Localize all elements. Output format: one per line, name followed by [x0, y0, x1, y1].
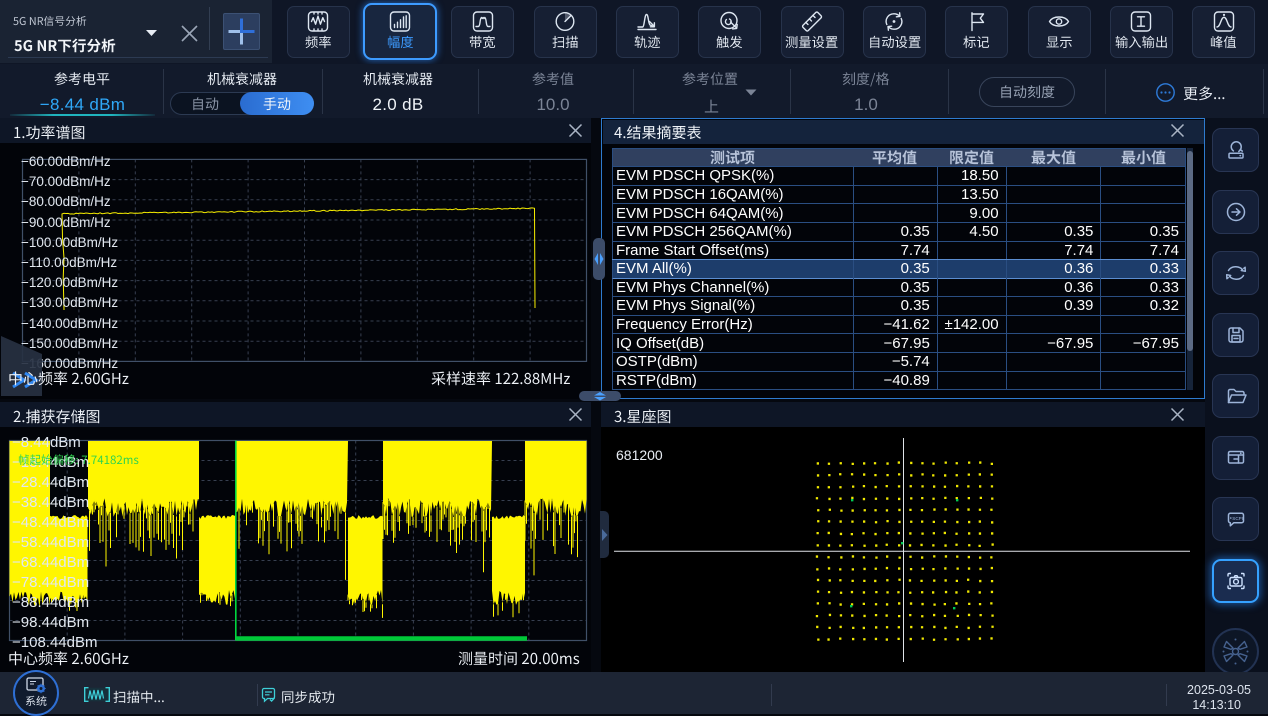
svg-text:SCPI: SCPI — [1232, 516, 1243, 521]
